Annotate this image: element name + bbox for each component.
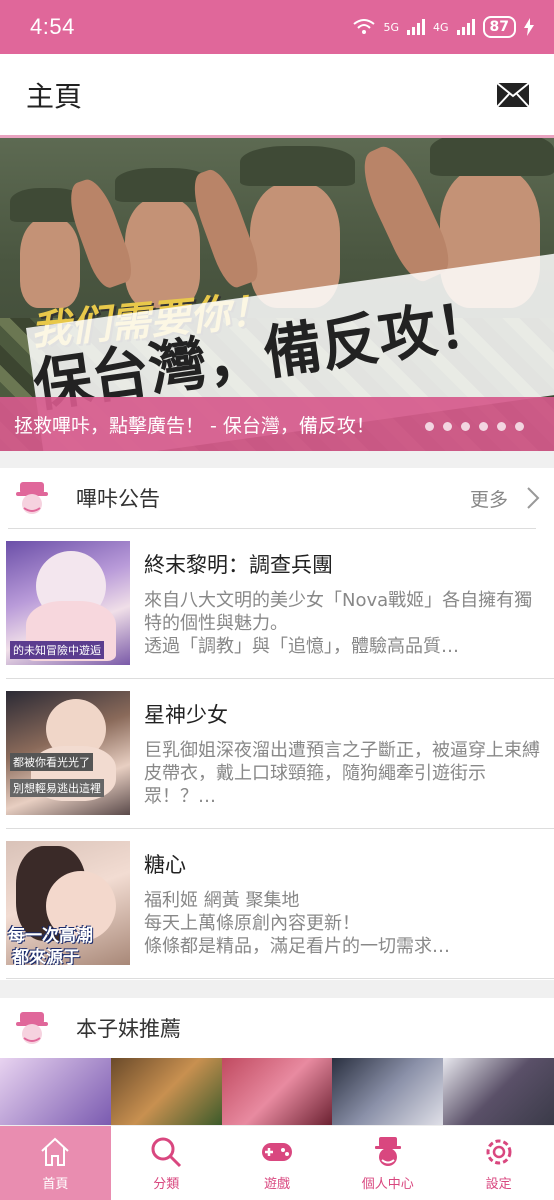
section-title: 本子妹推薦 bbox=[76, 1017, 181, 1041]
item-description-3: 條條都是精品，滿足看片的一切需求… bbox=[144, 936, 450, 957]
thumb-caption: 的未知冒險中遊逅 bbox=[10, 641, 104, 659]
tab-label: 首頁 bbox=[42, 1176, 69, 1192]
item-thumbnail: 都被你看光光了 別想輕易逃出這裡 bbox=[6, 691, 130, 815]
tab-settings[interactable]: 設定 bbox=[443, 1126, 554, 1200]
tab-profile[interactable]: 個人中心 bbox=[332, 1126, 443, 1200]
carousel-dot[interactable] bbox=[461, 422, 470, 431]
item-thumbnail: 的未知冒險中遊逅 bbox=[6, 541, 130, 665]
carousel-dot[interactable] bbox=[497, 422, 506, 431]
item-description: 福利姬 網黃 聚集地 bbox=[144, 890, 300, 911]
carousel-dot[interactable] bbox=[515, 422, 524, 431]
announcements-section: 嗶咔公告 更多 的未知冒險中遊逅 終末黎明：調查兵團 來自八大文明的美少女「No… bbox=[0, 468, 554, 980]
tab-label: 分類 bbox=[153, 1176, 180, 1192]
item-info: 終末黎明：調查兵團 來自八大文明的美少女「Nova戰姬」各自擁有獨特的個性與魅力… bbox=[130, 541, 554, 658]
soldier-cap bbox=[430, 138, 554, 176]
gallery-thumb[interactable] bbox=[0, 1058, 111, 1126]
status-time: 4:54 bbox=[30, 14, 75, 39]
chevron-right-icon[interactable] bbox=[526, 486, 540, 510]
carousel-dot[interactable] bbox=[443, 422, 452, 431]
thumb-caption-2: 都來源于 bbox=[12, 948, 80, 965]
mascot-icon bbox=[16, 1012, 48, 1044]
home-icon bbox=[41, 1137, 70, 1166]
wifi-icon bbox=[353, 19, 376, 34]
tab-home[interactable]: 首頁 bbox=[0, 1126, 111, 1200]
banner-ad[interactable]: 我们需要你！ 保台灣，備反攻！ 拯救嗶咔，點擊廣告！ - 保台灣，備反攻！ bbox=[0, 138, 554, 451]
page-title: 主頁 bbox=[26, 79, 83, 113]
status-bar: 4:54 5G 4G 87 bbox=[0, 0, 554, 54]
gear-icon bbox=[486, 1139, 512, 1164]
thumb-caption: 都被你看光光了 bbox=[10, 753, 93, 771]
item-title: 星神少女 bbox=[144, 703, 228, 727]
bottom-tab-bar: 首頁 分類 遊戲 個人中心 設定 bbox=[0, 1125, 554, 1200]
announcement-item[interactable]: 每一次高潮 都來源于 糖心 福利姬 網黃 聚集地 每天上萬條原創內容更新！ 條條… bbox=[6, 829, 554, 979]
mascot-icon bbox=[16, 482, 48, 514]
item-title: 終末黎明：調查兵團 bbox=[144, 553, 333, 577]
item-description: 巨乳御姐深夜溜出遭預言之子斷正，被逼穿上束縛皮帶衣，戴上口球頸箍，隨狗繩牽引遊街… bbox=[144, 740, 540, 807]
recommend-section: 本子妹推薦 bbox=[0, 998, 554, 1126]
carousel-dots[interactable] bbox=[425, 422, 524, 431]
search-icon bbox=[151, 1137, 182, 1167]
carousel-dot[interactable] bbox=[479, 422, 488, 431]
status-icons: 5G 4G 87 bbox=[353, 16, 534, 38]
item-thumbnail: 每一次高潮 都來源于 bbox=[6, 841, 130, 965]
signal-icon-2 bbox=[456, 19, 475, 35]
item-description-2: 每天上萬條原創內容更新！ bbox=[144, 913, 360, 934]
gallery-thumb[interactable] bbox=[221, 1058, 333, 1126]
soldier-cap bbox=[240, 146, 355, 186]
network-5g-label: 5G bbox=[383, 20, 399, 34]
item-description: 來自八大文明的美少女「Nova戰姬」各自擁有獨特的個性與魅力。 bbox=[144, 590, 533, 634]
announcement-item[interactable]: 都被你看光光了 別想輕易逃出這裡 星神少女 巨乳御姐深夜溜出遭預言之子斷正，被逼… bbox=[6, 679, 554, 829]
thumb-caption-2: 別想輕易逃出這裡 bbox=[10, 779, 104, 797]
tab-category[interactable]: 分類 bbox=[111, 1126, 222, 1200]
announcement-item[interactable]: 的未知冒險中遊逅 終末黎明：調查兵團 來自八大文明的美少女「Nova戰姬」各自擁… bbox=[6, 529, 554, 679]
item-info: 星神少女 巨乳御姐深夜溜出遭預言之子斷正，被逼穿上束縛皮帶衣，戴上口球頸箍，隨狗… bbox=[130, 691, 554, 808]
more-link[interactable]: 更多 bbox=[470, 485, 508, 512]
tab-label: 設定 bbox=[485, 1176, 512, 1192]
profile-icon bbox=[374, 1136, 401, 1166]
recommend-header: 本子妹推薦 bbox=[0, 998, 554, 1058]
item-title: 糖心 bbox=[144, 853, 186, 877]
app-header: 主頁 bbox=[0, 54, 554, 138]
signal-icon bbox=[406, 19, 425, 35]
section-title: 嗶咔公告 bbox=[76, 487, 160, 511]
gallery-thumb[interactable] bbox=[332, 1058, 444, 1126]
tab-games[interactable]: 遊戲 bbox=[222, 1126, 333, 1200]
carousel-dot[interactable] bbox=[425, 422, 434, 431]
charging-icon bbox=[524, 18, 534, 36]
battery-indicator: 87 bbox=[482, 16, 516, 38]
item-info: 糖心 福利姬 網黃 聚集地 每天上萬條原創內容更新！ 條條都是精品，滿足看片的一… bbox=[130, 841, 554, 958]
tab-label: 個人中心 bbox=[361, 1176, 414, 1192]
mail-icon[interactable] bbox=[496, 81, 530, 108]
recommend-gallery[interactable] bbox=[0, 1058, 554, 1126]
gallery-thumb[interactable] bbox=[443, 1058, 554, 1126]
network-4g-label: 4G bbox=[432, 20, 449, 34]
banner-caption-text: 拯救嗶咔，點擊廣告！ - 保台灣，備反攻！ bbox=[14, 414, 375, 437]
gallery-thumb[interactable] bbox=[110, 1058, 222, 1126]
gamepad-icon bbox=[261, 1142, 292, 1161]
tab-label: 遊戲 bbox=[263, 1176, 290, 1192]
item-description-2: 透過「調教」與「追憶」，體驗高品質… bbox=[144, 636, 459, 657]
announcements-header: 嗶咔公告 更多 bbox=[0, 468, 554, 528]
